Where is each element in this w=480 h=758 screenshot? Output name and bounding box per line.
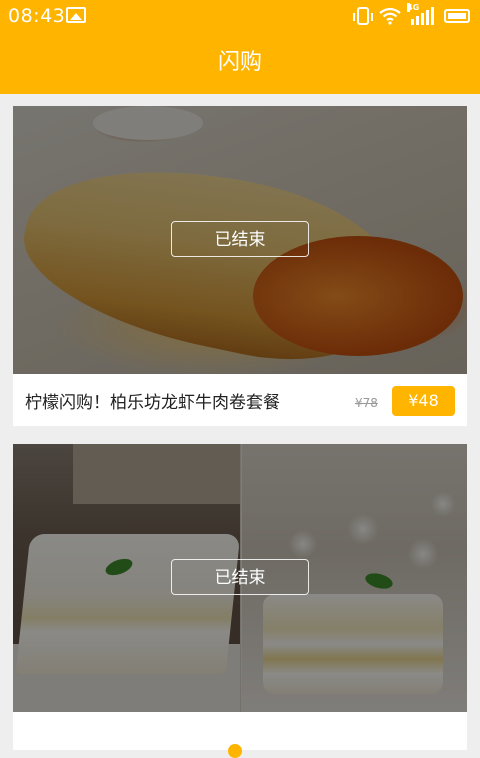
deal-title: 柠檬闪购！柏乐坊龙虾牛肉卷套餐 [25, 393, 280, 413]
image-icon [66, 7, 86, 23]
deal-image-cake: 已结束 [13, 444, 467, 712]
vibrate-icon [353, 7, 373, 25]
wifi-icon [379, 7, 401, 25]
signal-icon: 4G [407, 3, 434, 25]
deal-info-bar: 柠檬闪购！柏乐坊龙虾牛肉卷套餐 ¥78 ¥48 [13, 374, 467, 426]
bottom-nav [0, 738, 480, 758]
status-icons: 4G [353, 3, 470, 26]
network-type-label: 4G [407, 3, 420, 12]
price-button[interactable]: ¥48 [392, 386, 455, 416]
battery-icon [444, 9, 470, 23]
deal-card[interactable]: 已结束 [13, 444, 467, 750]
deal-card[interactable]: 已结束 柠檬闪购！柏乐坊龙虾牛肉卷套餐 ¥78 ¥48 [13, 106, 467, 426]
page-title: 闪购 [217, 50, 262, 75]
status-bar: 08:43 4G [0, 0, 480, 32]
app-header: 闪购 [0, 32, 480, 94]
ended-badge: 已结束 [171, 221, 309, 257]
deal-image-lobster-roll: 已结束 [13, 106, 467, 374]
ended-badge: 已结束 [171, 559, 309, 595]
status-time: 08:43 [8, 5, 66, 27]
original-price: ¥78 [355, 396, 378, 410]
nav-tab-icon[interactable] [228, 744, 242, 758]
